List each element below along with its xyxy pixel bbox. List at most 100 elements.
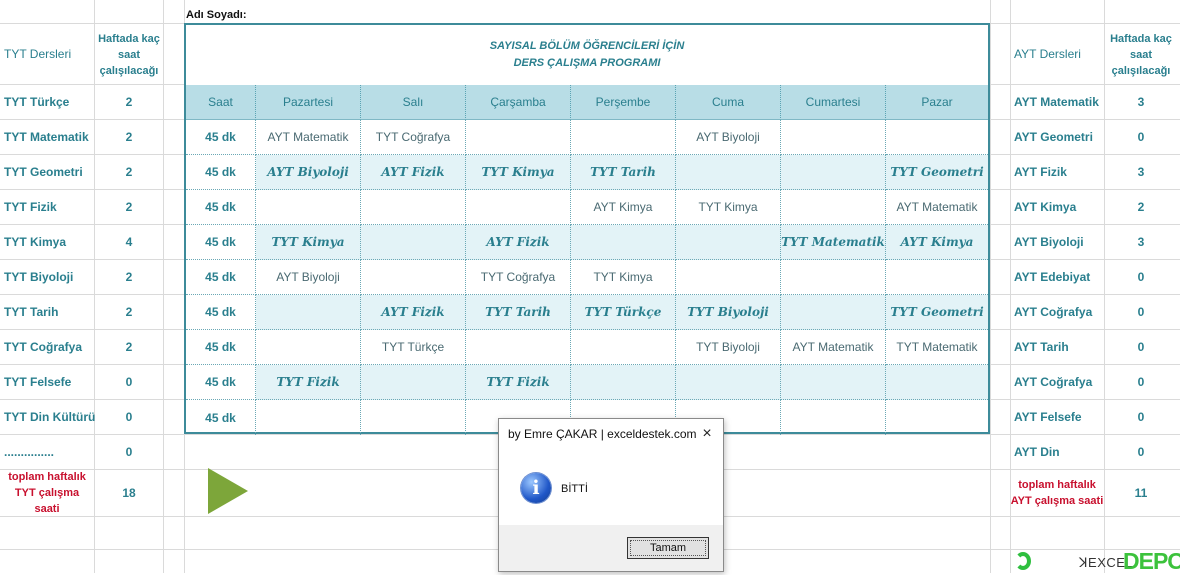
ayt-course-hours: 0 bbox=[1137, 444, 1145, 459]
schedule-cell[interactable]: TYT Geometri bbox=[886, 295, 988, 330]
schedule-cell[interactable]: TYT Fizik bbox=[466, 365, 571, 400]
schedule-time-cell[interactable]: 45 dk bbox=[186, 260, 256, 295]
schedule-cell[interactable] bbox=[466, 120, 571, 155]
schedule-cell[interactable]: AYT Matematik bbox=[886, 190, 988, 225]
ayt-course-name: AYT Matematik bbox=[1014, 94, 1099, 109]
schedule-cell[interactable] bbox=[676, 260, 781, 295]
schedule-cell[interactable] bbox=[361, 400, 466, 435]
ayt-course-hours: 0 bbox=[1137, 374, 1145, 389]
schedule-cell[interactable]: TYT Coğrafya bbox=[361, 120, 466, 155]
tyt-course-name: TYT Tarih bbox=[4, 304, 59, 319]
message-dialog: by Emre ÇAKAR | exceldestek.com × i BİTT… bbox=[498, 418, 724, 572]
tyt-course-name: TYT Felsefe bbox=[4, 374, 72, 389]
ayt-course-header: AYT Dersleri bbox=[1014, 47, 1081, 61]
ayt-course-hours: 0 bbox=[1137, 409, 1145, 424]
schedule-cell[interactable] bbox=[676, 225, 781, 260]
schedule-cell[interactable] bbox=[571, 365, 676, 400]
ayt-course-name: AYT Tarih bbox=[1014, 339, 1069, 354]
ayt-total-label: toplam haftalık AYT çalışma saati bbox=[1010, 478, 1104, 507]
close-icon[interactable]: × bbox=[697, 424, 717, 444]
schedule-cell[interactable]: TYT Kimya bbox=[466, 155, 571, 190]
schedule-time-cell[interactable]: 45 dk bbox=[186, 120, 256, 155]
ok-button[interactable]: Tamam bbox=[627, 537, 709, 559]
schedule-time-cell[interactable]: 45 dk bbox=[186, 365, 256, 400]
ayt-course-hours: 3 bbox=[1137, 164, 1145, 179]
ayt-course-hours: 0 bbox=[1137, 304, 1145, 319]
tyt-course-hours: 0 bbox=[125, 444, 133, 459]
ayt-course-name: AYT Kimya bbox=[1014, 199, 1077, 214]
schedule-time-cell[interactable]: 45 dk bbox=[186, 225, 256, 260]
schedule-cell[interactable] bbox=[256, 400, 361, 435]
schedule-cell[interactable] bbox=[466, 330, 571, 365]
schedule-cell[interactable]: AYT Kimya bbox=[886, 225, 988, 260]
schedule-cell[interactable]: AYT Fizik bbox=[361, 295, 466, 330]
schedule-cell[interactable] bbox=[781, 260, 886, 295]
ayt-course-name: AYT Coğrafya bbox=[1014, 374, 1093, 389]
schedule-cell[interactable] bbox=[571, 120, 676, 155]
schedule-cell[interactable] bbox=[361, 225, 466, 260]
schedule-cell[interactable] bbox=[781, 120, 886, 155]
schedule-cell[interactable] bbox=[256, 295, 361, 330]
schedule-cell[interactable] bbox=[466, 190, 571, 225]
tyt-course-name: TYT Coğrafya bbox=[4, 339, 83, 354]
schedule-cell[interactable] bbox=[781, 155, 886, 190]
schedule-cell[interactable]: TYT Kimya bbox=[676, 190, 781, 225]
schedule-cell[interactable]: AYT Matematik bbox=[781, 330, 886, 365]
excel-depo-logo: ꓘEXCEL DEPO bbox=[1015, 548, 1180, 574]
schedule-cell[interactable]: AYT Biyoloji bbox=[676, 120, 781, 155]
schedule-cell[interactable]: AYT Kimya bbox=[571, 190, 676, 225]
schedule-cell[interactable] bbox=[886, 365, 988, 400]
schedule-cell[interactable]: TYT Kimya bbox=[571, 260, 676, 295]
schedule-cell[interactable]: TYT Coğrafya bbox=[466, 260, 571, 295]
schedule-cell[interactable] bbox=[361, 365, 466, 400]
schedule-time-cell[interactable]: 45 dk bbox=[186, 330, 256, 365]
schedule-cell[interactable]: TYT Türkçe bbox=[361, 330, 466, 365]
schedule-cell[interactable] bbox=[781, 295, 886, 330]
schedule-time-cell[interactable]: 45 dk bbox=[186, 295, 256, 330]
schedule-time-cell[interactable]: 45 dk bbox=[186, 190, 256, 225]
tyt-course-name: ............... bbox=[4, 444, 55, 459]
schedule-title-line2: DERS ÇALIŞMA PROGRAMI bbox=[513, 57, 661, 69]
tyt-course-name: TYT Türkçe bbox=[4, 94, 70, 109]
schedule-cell[interactable] bbox=[781, 365, 886, 400]
schedule-cell[interactable]: TYT Kimya bbox=[256, 225, 361, 260]
schedule-time-cell[interactable]: 45 dk bbox=[186, 400, 256, 435]
schedule-cell[interactable] bbox=[361, 260, 466, 295]
schedule-cell[interactable] bbox=[886, 400, 988, 435]
tyt-course-name: TYT Fizik bbox=[4, 199, 57, 214]
tyt-course-name: TYT Matematik bbox=[4, 129, 89, 144]
info-icon: i bbox=[521, 473, 551, 503]
schedule-cell[interactable]: TYT Tarih bbox=[466, 295, 571, 330]
schedule-cell[interactable] bbox=[571, 330, 676, 365]
schedule-cell[interactable]: AYT Fizik bbox=[361, 155, 466, 190]
run-macro-button[interactable] bbox=[205, 466, 251, 516]
schedule-cell[interactable] bbox=[886, 120, 988, 155]
tyt-course-name: TYT Geometri bbox=[4, 164, 83, 179]
schedule-cell[interactable] bbox=[886, 260, 988, 295]
schedule-cell[interactable] bbox=[781, 190, 886, 225]
schedule-cell[interactable]: TYT Matematik bbox=[781, 225, 886, 260]
schedule-cell[interactable]: TYT Biyoloji bbox=[676, 330, 781, 365]
schedule-cell[interactable]: TYT Tarih bbox=[571, 155, 676, 190]
dialog-title: by Emre ÇAKAR | exceldestek.com bbox=[499, 419, 723, 449]
schedule-cell[interactable]: TYT Biyoloji bbox=[676, 295, 781, 330]
schedule-cell[interactable]: AYT Fizik bbox=[466, 225, 571, 260]
schedule-time-cell[interactable]: 45 dk bbox=[186, 155, 256, 190]
schedule-cell[interactable]: AYT Biyoloji bbox=[256, 155, 361, 190]
tyt-course-hours: 0 bbox=[125, 374, 133, 389]
schedule-cell[interactable]: TYT Fizik bbox=[256, 365, 361, 400]
schedule-cell[interactable]: AYT Matematik bbox=[256, 120, 361, 155]
schedule-cell[interactable] bbox=[676, 365, 781, 400]
schedule-column-header: Saat bbox=[186, 85, 256, 120]
schedule-cell[interactable] bbox=[256, 190, 361, 225]
schedule-cell[interactable] bbox=[781, 400, 886, 435]
schedule-cell[interactable]: AYT Biyoloji bbox=[256, 260, 361, 295]
schedule-cell[interactable]: TYT Türkçe bbox=[571, 295, 676, 330]
schedule-cell[interactable]: TYT Geometri bbox=[886, 155, 988, 190]
schedule-cell[interactable] bbox=[571, 225, 676, 260]
schedule-cell[interactable]: TYT Matematik bbox=[886, 330, 988, 365]
schedule-cell[interactable] bbox=[256, 330, 361, 365]
logo-text-depo: DEPO bbox=[1123, 548, 1180, 574]
schedule-cell[interactable] bbox=[676, 155, 781, 190]
schedule-cell[interactable] bbox=[361, 190, 466, 225]
